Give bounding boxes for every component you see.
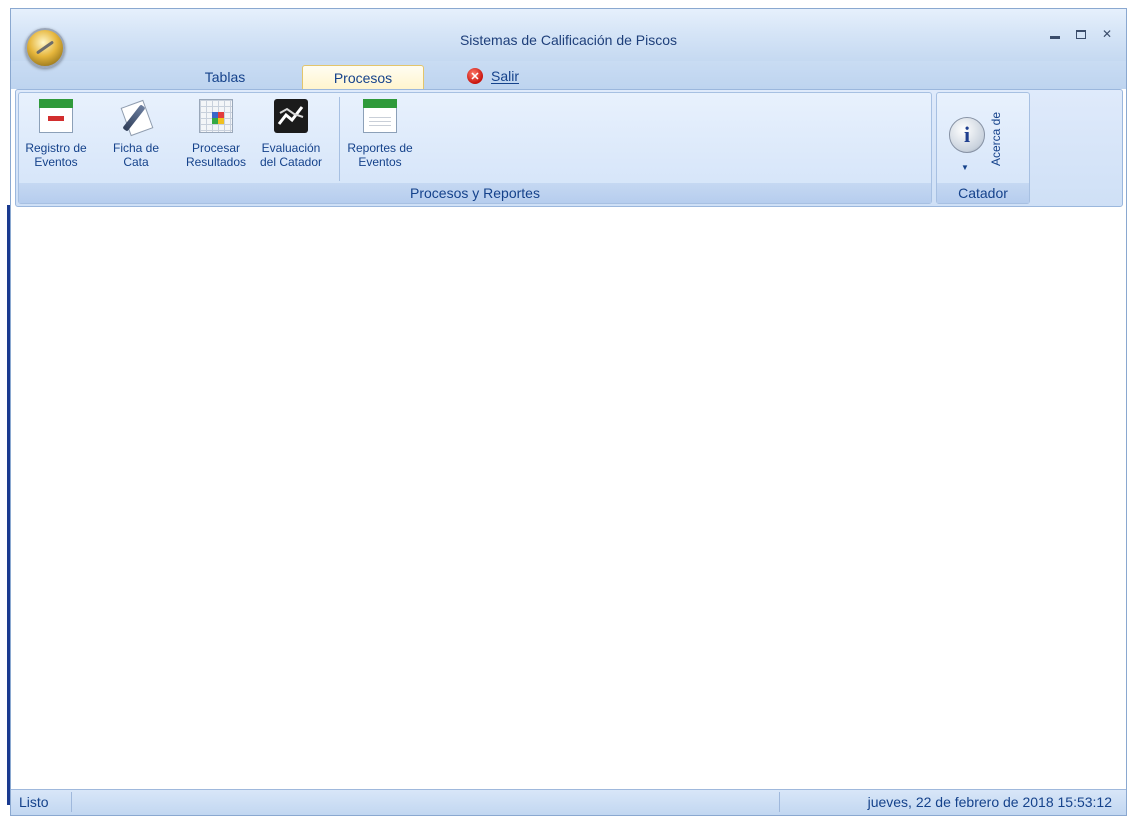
window-controls: ✕ <box>1046 27 1116 41</box>
grid-table-icon <box>199 99 233 133</box>
close-button[interactable]: ✕ <box>1098 27 1116 41</box>
close-circle-icon: ✕ <box>467 68 483 84</box>
status-divider <box>71 792 72 812</box>
ribbon-separator <box>339 97 340 181</box>
procesar-resultados-button[interactable]: Procesar Resultados <box>181 99 251 179</box>
ribbon-panel: Registro de Eventos Ficha de Cata Proces… <box>15 89 1123 207</box>
minimize-icon <box>1050 35 1060 39</box>
ficha-cata-button[interactable]: Ficha de Cata <box>109 99 163 179</box>
line-chart-icon <box>274 99 308 133</box>
ribbon-tab-bar: Tablas Procesos ✕ Salir <box>11 61 1126 90</box>
evaluacion-catador-line2: del Catador <box>259 155 323 169</box>
info-icon: i <box>949 117 985 153</box>
acerca-de-label: Acerca de <box>989 111 1003 167</box>
ficha-cata-line1: Ficha de <box>112 141 160 155</box>
tab-tablas[interactable]: Tablas <box>197 65 253 89</box>
procesar-resultados-line1: Procesar <box>191 141 241 155</box>
status-divider <box>779 792 780 812</box>
app-window: Sistemas de Calificación de Piscos ✕ Tab… <box>10 8 1127 816</box>
maximize-icon <box>1076 29 1086 39</box>
window-title: Sistemas de Calificación de Piscos <box>459 32 678 48</box>
group-catador: i ▼ Acerca de Catador <box>936 92 1030 204</box>
evaluacion-catador-button[interactable]: Evaluación del Catador <box>253 99 329 179</box>
group-procesos-reportes: Registro de Eventos Ficha de Cata Proces… <box>18 92 932 204</box>
registro-eventos-line2: Eventos <box>34 155 78 169</box>
reportes-eventos-button[interactable]: Reportes de Eventos <box>341 99 419 179</box>
status-bar: Listo jueves, 22 de febrero de 2018 15:5… <box>11 789 1126 815</box>
salir-label: Salir <box>491 68 520 84</box>
group-caption-catador: Catador <box>937 183 1029 203</box>
acerca-de-button[interactable]: i ▼ Acerca de <box>937 93 1029 181</box>
evaluacion-catador-line1: Evaluación <box>261 141 321 155</box>
reportes-eventos-line2: Eventos <box>358 155 402 169</box>
salir-button[interactable]: ✕ Salir <box>467 68 519 84</box>
main-content-area <box>11 207 1126 792</box>
calendar-report-icon <box>363 99 397 133</box>
group-caption-procesos: Procesos y Reportes <box>19 183 931 203</box>
title-bar: Sistemas de Calificación de Piscos ✕ <box>11 9 1126 68</box>
registro-eventos-line1: Registro de <box>25 141 87 155</box>
registro-eventos-button[interactable]: Registro de Eventos <box>21 99 91 179</box>
chevron-down-icon: ▼ <box>961 163 969 172</box>
calendar-icon <box>39 99 73 133</box>
procesar-resultados-line2: Resultados <box>185 155 247 169</box>
pen-paper-icon <box>119 99 154 137</box>
reportes-eventos-line1: Reportes de <box>347 141 413 155</box>
ficha-cata-line2: Cata <box>123 155 149 169</box>
close-icon: ✕ <box>1101 27 1113 41</box>
status-datetime: jueves, 22 de febrero de 2018 15:53:12 <box>867 794 1112 810</box>
minimize-button[interactable] <box>1046 27 1064 41</box>
tab-procesos[interactable]: Procesos <box>302 65 424 90</box>
app-menu-orb-icon[interactable] <box>25 28 65 68</box>
maximize-button[interactable] <box>1072 27 1090 41</box>
status-text: Listo <box>19 794 49 810</box>
